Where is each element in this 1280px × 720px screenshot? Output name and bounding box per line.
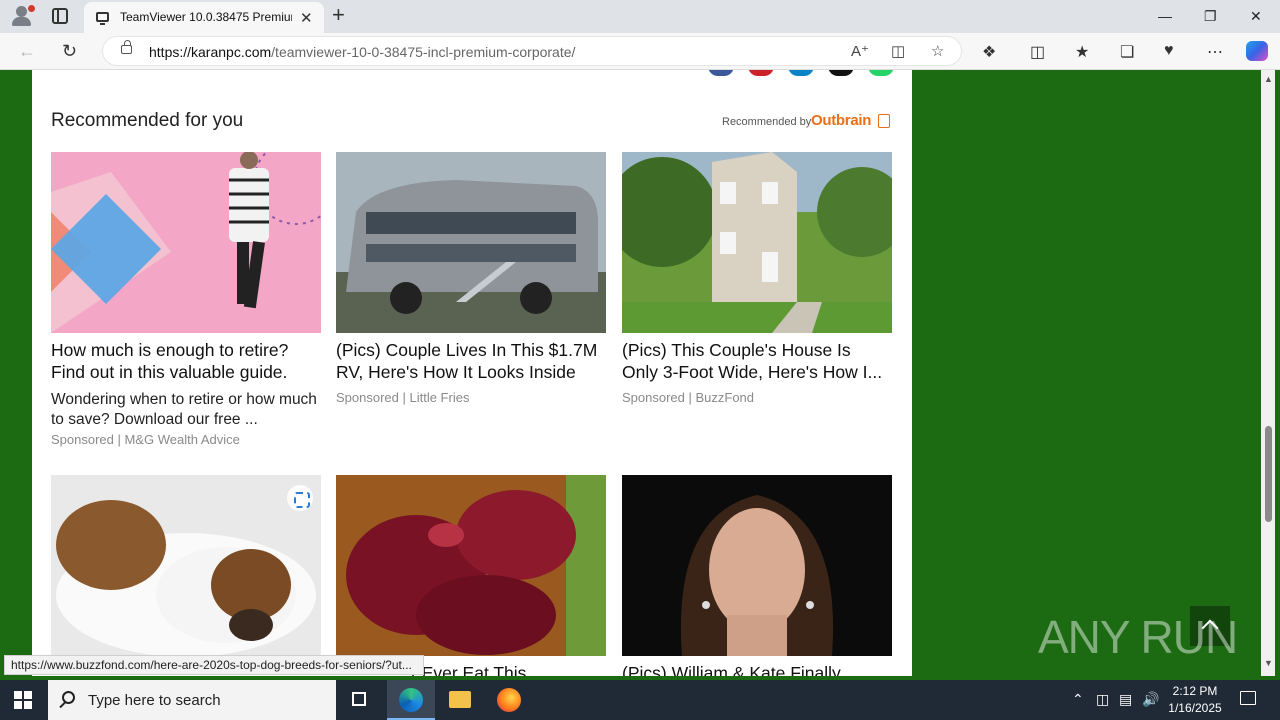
read-aloud-icon[interactable]: A⁺ bbox=[851, 42, 869, 60]
network-icon[interactable]: ▤ bbox=[1119, 691, 1132, 708]
new-tab-button[interactable]: + bbox=[332, 4, 345, 26]
outbrain-info-icon[interactable] bbox=[878, 114, 890, 128]
card-headline[interactable]: (Pics) This Couple's House Is Only 3-Foo… bbox=[622, 339, 892, 383]
more-menu-icon[interactable]: ⋯ bbox=[1207, 42, 1223, 62]
tab-actions-icon[interactable] bbox=[52, 8, 68, 24]
status-bar-url: https://www.buzzfond.com/here-are-2020s-… bbox=[4, 655, 424, 675]
card-image[interactable] bbox=[336, 475, 606, 656]
task-view-icon bbox=[352, 692, 366, 706]
recommended-heading: Recommended for you bbox=[51, 110, 244, 131]
back-arrow-icon[interactable]: ← bbox=[18, 41, 36, 62]
card-headline[interactable]: (Pics) Couple Lives In This $1.7M RV, He… bbox=[336, 339, 606, 383]
recommendation-card[interactable]: How much is enough to retire? Find out i… bbox=[51, 152, 321, 452]
recommendation-card[interactable] bbox=[51, 475, 321, 676]
clock-time: 2:12 PM bbox=[1172, 684, 1218, 698]
device-icon[interactable]: ◫ bbox=[1096, 691, 1109, 708]
tab-teamviewer[interactable]: TeamViewer 10.0.38475 Premium ✕ bbox=[84, 2, 324, 33]
article-content: Recommended for you Recommended by Outbr… bbox=[32, 70, 912, 676]
scroll-down-arrow[interactable]: ▼ bbox=[1264, 658, 1273, 668]
card-image[interactable] bbox=[622, 152, 892, 333]
firefox-icon bbox=[497, 688, 521, 712]
scrollbar-thumb[interactable] bbox=[1265, 426, 1272, 522]
scroll-up-arrow[interactable]: ▲ bbox=[1264, 74, 1273, 84]
anyrun-watermark: ANY RUN bbox=[1038, 611, 1238, 663]
chevron-up-icon[interactable]: ⌃ bbox=[1072, 691, 1084, 708]
recommendation-card[interactable]: (Pics) William & Kate Finally bbox=[622, 475, 892, 676]
card-headline[interactable]: (Pics) William & Kate Finally bbox=[622, 662, 892, 676]
card-source[interactable]: Sponsored | M&G Wealth Advice bbox=[51, 432, 240, 447]
recommendation-card[interactable]: (Pics) Couple Lives In This $1.7M RV, He… bbox=[336, 152, 606, 412]
card-image[interactable] bbox=[336, 152, 606, 333]
pinterest-share-icon[interactable] bbox=[748, 70, 774, 76]
recommended-by-label[interactable]: Recommended by bbox=[722, 116, 811, 128]
extensions-icon[interactable]: ❖ bbox=[982, 42, 996, 62]
edge-taskbar-button[interactable] bbox=[387, 680, 435, 720]
visual-search-icon[interactable] bbox=[287, 485, 313, 511]
card-image[interactable] bbox=[51, 152, 321, 333]
monitor-icon bbox=[96, 12, 109, 25]
clock-date: 1/16/2025 bbox=[1168, 701, 1222, 715]
outbrain-logo[interactable]: Outbrain bbox=[811, 112, 871, 129]
lock-icon[interactable] bbox=[121, 40, 132, 54]
folder-icon bbox=[449, 691, 471, 708]
card-source[interactable]: Sponsored | BuzzFond bbox=[622, 390, 754, 405]
facebook-share-icon[interactable] bbox=[708, 70, 734, 76]
task-view-button[interactable] bbox=[336, 680, 384, 720]
system-clock[interactable]: 2:12 PM 1/16/2025 bbox=[1160, 683, 1230, 717]
card-headline[interactable]: How much is enough to retire? Find out i… bbox=[51, 339, 321, 383]
immersive-reader-icon[interactable]: ◫ bbox=[891, 42, 905, 60]
search-placeholder: Type here to search bbox=[88, 692, 221, 709]
web-page: Recommended for you Recommended by Outbr… bbox=[0, 70, 1280, 676]
url-field[interactable]: https://karanpc.com/teamviewer-10-0-3847… bbox=[102, 36, 962, 66]
windows-start-icon[interactable] bbox=[14, 691, 32, 709]
card-headline-line[interactable]: (Pics) This Couple's House Is bbox=[622, 339, 892, 361]
recommendation-card[interactable]: r Ever Eat This bbox=[336, 475, 606, 676]
card-description[interactable]: Wondering when to retire or how much to … bbox=[51, 390, 321, 430]
search-icon bbox=[62, 691, 75, 704]
profile-icon[interactable] bbox=[10, 5, 35, 27]
copilot-icon[interactable] bbox=[1246, 41, 1268, 61]
browser-essentials-icon[interactable]: ♥ bbox=[1164, 42, 1174, 60]
card-image[interactable] bbox=[622, 475, 892, 656]
close-tab-button[interactable]: ✕ bbox=[300, 9, 313, 27]
telegram-share-icon[interactable] bbox=[788, 70, 814, 76]
close-window-button[interactable]: ✕ bbox=[1250, 8, 1262, 25]
volume-icon[interactable]: 🔊 bbox=[1142, 691, 1159, 708]
notification-icon[interactable] bbox=[1240, 691, 1256, 705]
tab-title: TeamViewer 10.0.38475 Premium bbox=[120, 10, 292, 24]
card-image[interactable] bbox=[51, 475, 321, 656]
address-bar-row: ← ↻ https://karanpc.com/teamviewer-10-0-… bbox=[0, 33, 1280, 70]
firefox-taskbar-button[interactable] bbox=[485, 680, 533, 720]
taskbar-search-input[interactable]: Type here to search bbox=[48, 680, 336, 720]
split-screen-icon[interactable]: ◫ bbox=[1030, 42, 1045, 62]
taskbar: Type here to search ⌃ ◫ ▤ 🔊 2:12 PM 1/16… bbox=[0, 680, 1280, 720]
refresh-icon[interactable]: ↻ bbox=[62, 41, 77, 62]
favorite-star-icon[interactable]: ☆ bbox=[931, 42, 944, 60]
collections-icon[interactable]: ❏ bbox=[1120, 42, 1134, 62]
restore-button[interactable]: ❐ bbox=[1204, 8, 1217, 25]
edge-icon bbox=[399, 688, 423, 712]
x-share-icon[interactable] bbox=[828, 70, 854, 76]
recommendation-card[interactable]: (Pics) This Couple's House Is Only 3-Foo… bbox=[622, 152, 892, 412]
left-background bbox=[4, 70, 32, 676]
minimize-button[interactable]: — bbox=[1158, 8, 1172, 24]
page-scrollbar[interactable]: ▲ ▼ bbox=[1261, 70, 1275, 676]
url-text[interactable]: https://karanpc.com/teamviewer-10-0-3847… bbox=[149, 44, 575, 60]
file-explorer-button[interactable] bbox=[436, 680, 484, 720]
favorites-icon[interactable]: ★ bbox=[1075, 42, 1089, 62]
tab-bar: TeamViewer 10.0.38475 Premium ✕ + — ❐ ✕ bbox=[0, 0, 1280, 33]
card-source[interactable]: Sponsored | Little Fries bbox=[336, 390, 469, 405]
card-headline-line[interactable]: Only 3-Foot Wide, Here's How I... bbox=[622, 361, 892, 383]
whatsapp-share-icon[interactable] bbox=[868, 70, 894, 76]
